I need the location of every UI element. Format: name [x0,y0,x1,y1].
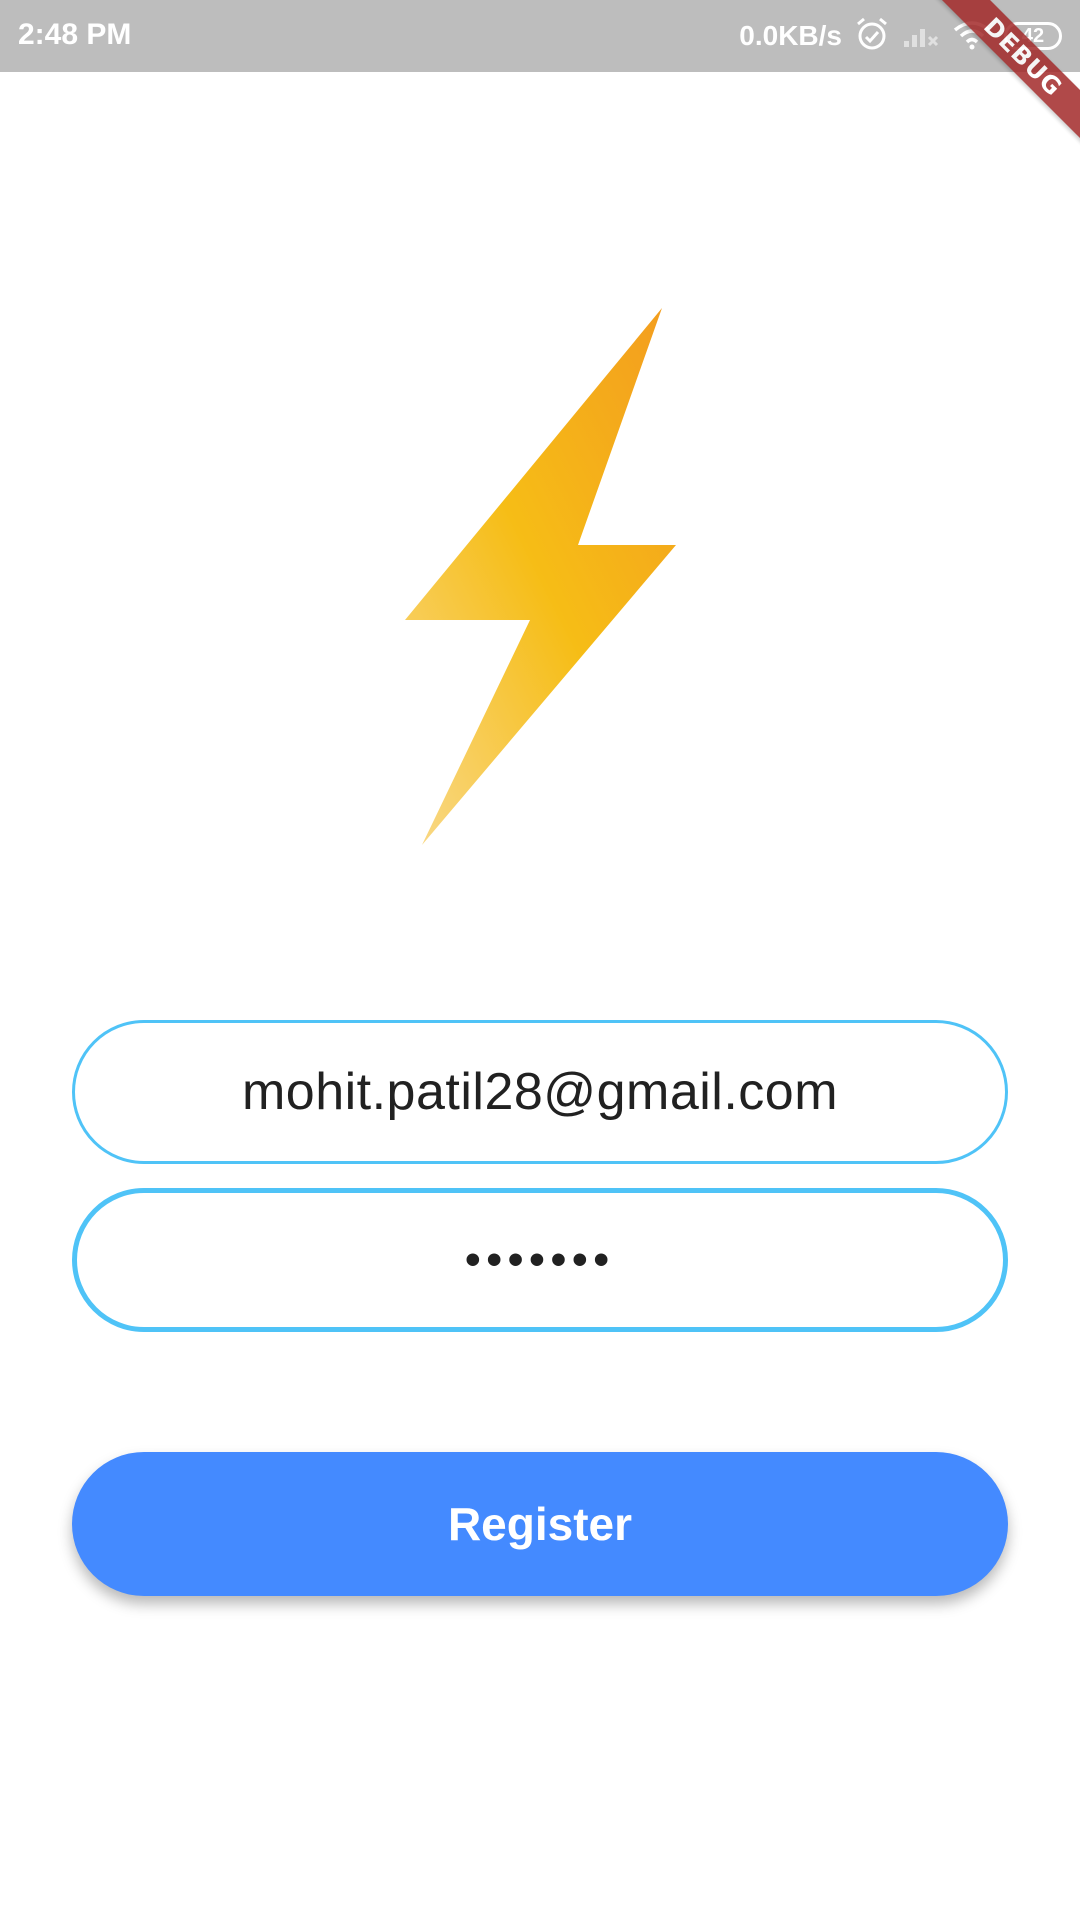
register-button[interactable]: Register [72,1452,1008,1596]
email-field[interactable]: mohit.patil28@gmail.com [72,1020,1008,1164]
network-speed: 0.0KB/s [739,20,842,51]
lightning-bolt-icon [400,300,680,850]
alarm-icon [854,16,890,57]
password-field[interactable]: ••••••• [72,1188,1008,1332]
email-value: mohit.patil28@gmail.com [241,1063,839,1121]
signal-icon [902,19,940,54]
status-time: 2:48 PM [18,18,132,51]
status-bar: 2:48 PM 0.0KB/s 42 [0,0,1080,72]
password-value: ••••••• [465,1235,615,1284]
register-screen: 2:48 PM 0.0KB/s 42 DEBUG mohit.patil28@g… [0,0,1080,1920]
